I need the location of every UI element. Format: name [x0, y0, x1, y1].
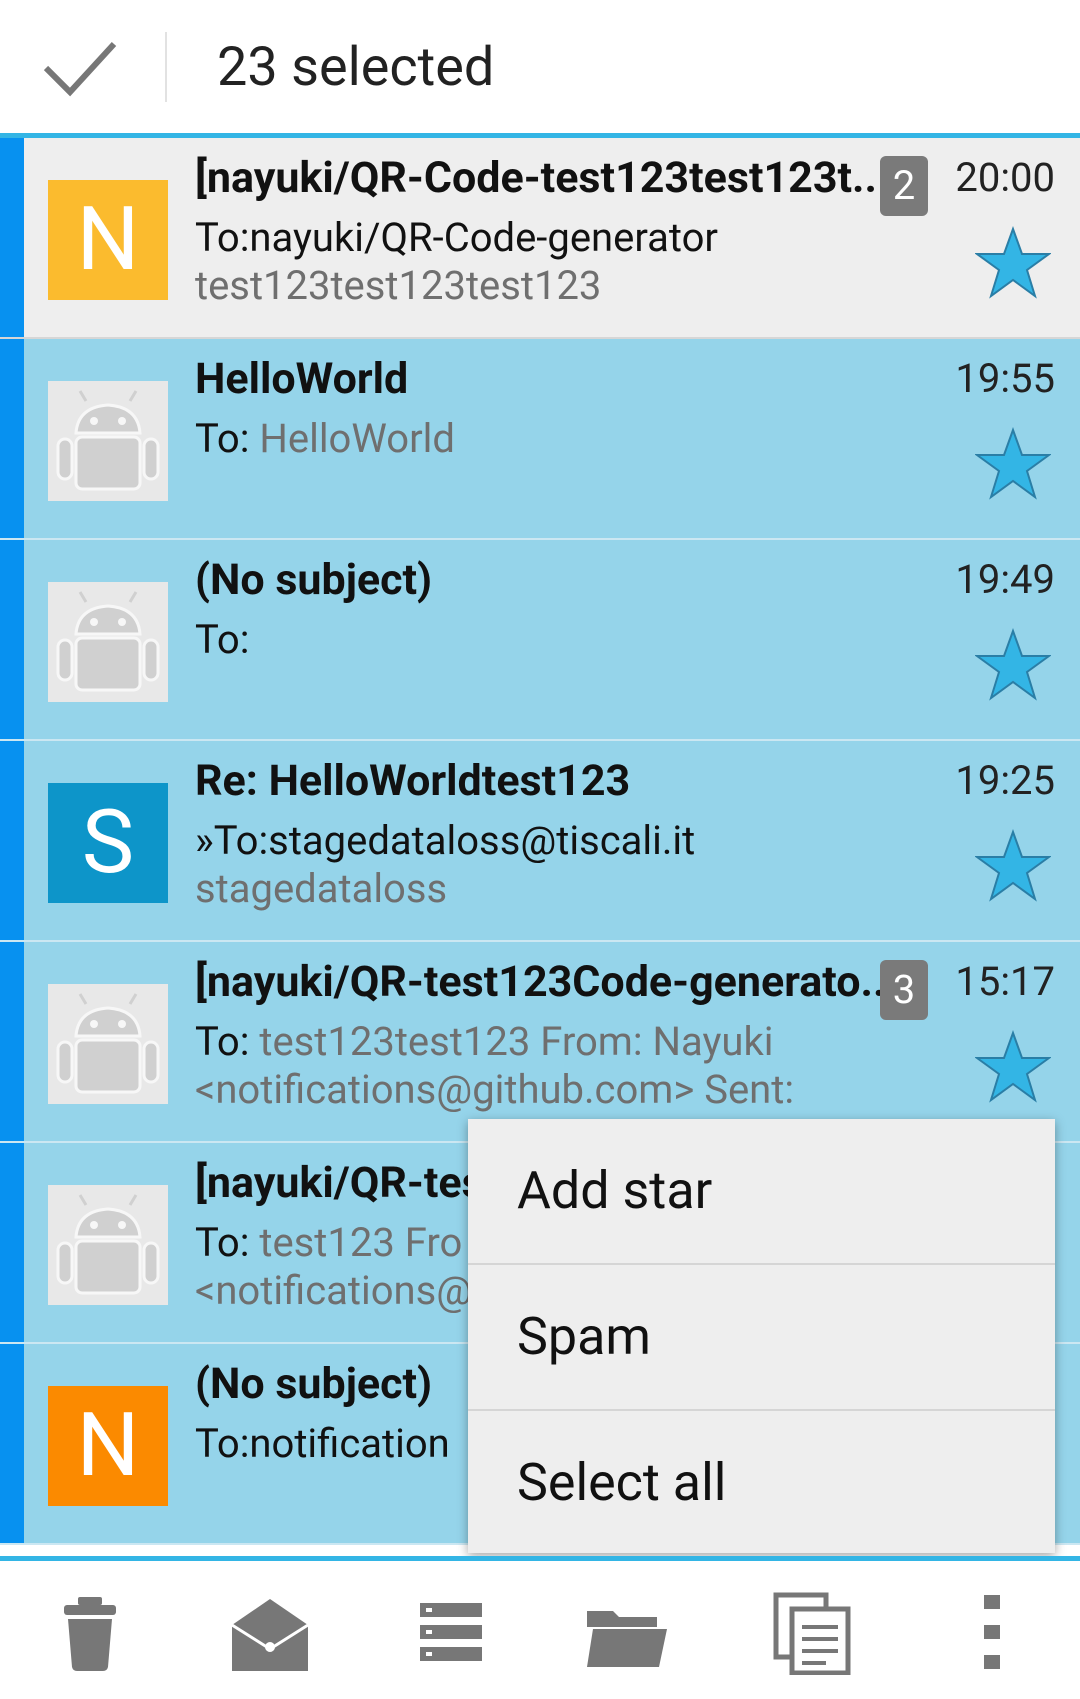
sender-avatar[interactable] [48, 1185, 168, 1305]
selection-indicator [0, 741, 24, 940]
message-subject: [nayuki/QR-tes [195, 1158, 484, 1208]
selection-indicator [0, 540, 24, 739]
action-bar-divider [165, 32, 167, 102]
message-recipient: To: HelloWorld [195, 413, 455, 465]
message-row[interactable]: S Re: HelloWorldtest123 »To:stagedataloss@… [0, 741, 1080, 942]
recipient-label: To: [195, 1219, 260, 1266]
menu-item-add-star[interactable]: Add star [468, 1119, 1055, 1263]
sender-avatar[interactable] [48, 582, 168, 702]
message-time: 15:17 [955, 958, 1055, 1005]
thread-count-badge: 3 [880, 960, 928, 1020]
recipient-label: To: [195, 616, 250, 663]
recipient-label: To:notification [195, 1420, 450, 1467]
android-avatar-icon [48, 582, 168, 702]
menu-item-spam[interactable]: Spam [468, 1265, 1055, 1409]
action-bar: 23 selected [0, 0, 1080, 133]
sender-avatar[interactable] [48, 381, 168, 501]
copy-icon[interactable] [770, 1591, 854, 1675]
message-preview: <notifications@github.com> Sent: [195, 1066, 795, 1113]
star-icon[interactable] [975, 427, 1051, 501]
star-icon[interactable] [975, 829, 1051, 903]
overflow-icon[interactable] [950, 1591, 1034, 1675]
message-subject: (No subject) [195, 555, 433, 605]
recipient-value: test123 Fro [259, 1219, 463, 1266]
message-recipient: To: test123test123 From: Nayuki [195, 1016, 773, 1068]
sender-avatar[interactable] [48, 984, 168, 1104]
message-time: 19:25 [955, 757, 1055, 804]
message-subject: Re: HelloWorldtest123 [195, 756, 631, 806]
message-recipient: To: [195, 614, 249, 666]
sender-avatar[interactable]: N [48, 180, 168, 300]
done-check-icon[interactable] [42, 38, 118, 98]
star-icon[interactable] [975, 628, 1051, 702]
message-recipient: To:nayuki/QR-Code-generator [195, 212, 718, 264]
star-icon[interactable] [975, 1030, 1051, 1104]
message-subject: [nayuki/QR-Code-test123test123t.. [195, 153, 877, 203]
android-avatar-icon [48, 381, 168, 501]
mark-read-icon[interactable] [228, 1591, 312, 1675]
android-avatar-icon [48, 984, 168, 1104]
recipient-value: HelloWorld [259, 415, 455, 462]
thread-count-badge: 2 [880, 156, 928, 216]
recipient-label: To: [195, 415, 260, 462]
trash-icon[interactable] [48, 1591, 132, 1675]
selection-indicator [0, 1143, 24, 1342]
message-time: 20:00 [955, 154, 1055, 201]
selection-indicator [0, 138, 24, 337]
recipient-value: test123test123 From: Nayuki [259, 1018, 774, 1065]
list-icon[interactable] [408, 1591, 492, 1675]
recipient-label: To: [195, 1018, 260, 1065]
folder-icon[interactable] [585, 1591, 669, 1675]
message-subject: [nayuki/QR-test123Code-generato.. [195, 957, 886, 1007]
message-time: 19:55 [955, 355, 1055, 402]
message-subject: (No subject) [195, 1359, 433, 1409]
star-icon[interactable] [975, 226, 1051, 300]
overflow-menu: Add star Spam Select all [468, 1119, 1055, 1553]
message-row[interactable]: HelloWorld To: HelloWorld 19:55 [0, 339, 1080, 540]
message-recipient: To: test123 Fro [195, 1217, 462, 1269]
bottom-action-bar [0, 1561, 1080, 1699]
message-recipient: »To:stagedataloss@tiscali.it [195, 815, 695, 867]
message-row[interactable]: N [nayuki/QR-Code-test123test123t.. To:nay… [0, 138, 1080, 339]
selection-count: 23 selected [217, 36, 495, 99]
selection-indicator [0, 942, 24, 1141]
message-recipient: To:notification [195, 1418, 450, 1470]
menu-item-select-all[interactable]: Select all [468, 1411, 1055, 1555]
message-subject: HelloWorld [195, 354, 409, 404]
message-time: 19:49 [955, 556, 1055, 603]
message-row[interactable]: [nayuki/QR-test123Code-generato.. To: tes… [0, 942, 1080, 1143]
android-avatar-icon [48, 1185, 168, 1305]
message-row[interactable]: (No subject) To: 19:49 [0, 540, 1080, 741]
recipient-label: To:nayuki/QR-Code-generator [195, 214, 718, 261]
selection-indicator [0, 1344, 24, 1543]
recipient-label: »To:stagedataloss@tiscali.it [195, 817, 696, 864]
message-preview: <notifications@ [195, 1267, 473, 1314]
message-preview: test123test123test123 [195, 262, 602, 309]
sender-avatar[interactable]: N [48, 1386, 168, 1506]
message-preview: stagedataloss [195, 865, 448, 912]
sender-avatar[interactable]: S [48, 783, 168, 903]
selection-indicator [0, 339, 24, 538]
